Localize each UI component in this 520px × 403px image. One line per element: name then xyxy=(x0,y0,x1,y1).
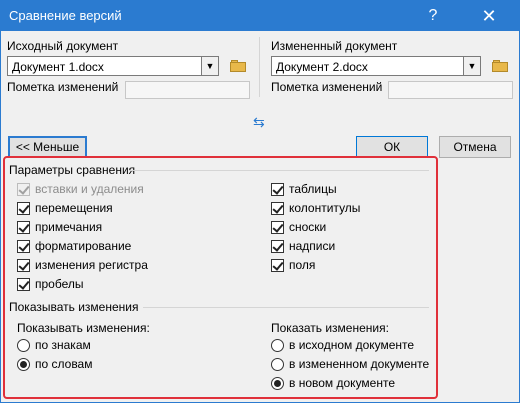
original-note-field[interactable] xyxy=(125,81,250,99)
close-button[interactable]: ✕ xyxy=(471,1,507,31)
revised-note-label: Пометка изменений xyxy=(271,80,383,94)
case-changes-label: изменения регистра xyxy=(35,258,148,272)
fields-label: поля xyxy=(289,258,316,272)
show-changes-in-label: Показать изменения: xyxy=(271,321,389,335)
compare-dialog: Сравнение версий ? ✕ Исходный документ Д… xyxy=(0,0,520,403)
cancel-button[interactable]: Отмена xyxy=(439,136,511,158)
help-button[interactable]: ? xyxy=(415,1,451,31)
new-document-label: в новом документе xyxy=(289,376,396,390)
title-bar: Сравнение версий ? ✕ xyxy=(1,1,519,31)
checkbox-formatting[interactable] xyxy=(17,240,30,253)
revised-doc-value: Документ 2.docx xyxy=(276,60,368,74)
tables-label: таблицы xyxy=(289,182,337,196)
checkbox-white-space[interactable] xyxy=(17,278,30,291)
show-changes-title: Показывать изменения xyxy=(9,300,139,314)
radio-word-level[interactable] xyxy=(17,358,30,371)
revised-note-field[interactable] xyxy=(388,81,513,99)
chevron-down-icon[interactable]: ▼ xyxy=(463,57,480,75)
folder-open-icon[interactable] xyxy=(230,60,246,72)
character-level-label: по знакам xyxy=(35,338,91,352)
original-doc-label: Исходный документ xyxy=(7,39,119,53)
radio-revised-document[interactable] xyxy=(271,358,284,371)
comments-label: примечания xyxy=(35,220,103,234)
dialog-title: Сравнение версий xyxy=(9,8,122,23)
revised-doc-label: Измененный документ xyxy=(271,39,398,53)
checkbox-text-boxes[interactable] xyxy=(271,240,284,253)
checkbox-footnotes[interactable] xyxy=(271,221,284,234)
compare-settings-title: Параметры сравнения xyxy=(9,163,136,177)
checkbox-comments[interactable] xyxy=(17,221,30,234)
original-document-label: в исходном документе xyxy=(289,338,415,352)
headers-footers-label: колонтитулы xyxy=(289,201,361,215)
group-separator xyxy=(129,170,429,171)
less-button[interactable]: << Меньше xyxy=(8,136,87,158)
checkbox-fields[interactable] xyxy=(271,259,284,272)
column-divider xyxy=(259,37,260,97)
revised-document-label: в измененном документе xyxy=(289,357,430,371)
text-boxes-label: надписи xyxy=(289,239,336,253)
original-doc-value: Документ 1.docx xyxy=(12,60,104,74)
checkbox-case-changes[interactable] xyxy=(17,259,30,272)
original-doc-combo[interactable]: Документ 1.docx ▼ xyxy=(7,56,219,76)
show-changes-level-label: Показывать изменения: xyxy=(17,321,150,335)
checkbox-moves[interactable] xyxy=(17,202,30,215)
checkbox-headers-footers[interactable] xyxy=(271,202,284,215)
checkbox-insertions-deletions[interactable] xyxy=(17,183,30,196)
radio-original-document[interactable] xyxy=(271,339,284,352)
chevron-down-icon[interactable]: ▼ xyxy=(201,57,218,75)
original-note-label: Пометка изменений xyxy=(7,80,119,94)
formatting-label: форматирование xyxy=(35,239,132,253)
insertions-deletions-label: вставки и удаления xyxy=(35,182,144,196)
white-space-label: пробелы xyxy=(35,277,84,291)
group-separator xyxy=(143,307,429,308)
swap-documents-icon[interactable]: ⇆ xyxy=(253,114,265,131)
footnotes-label: сноски xyxy=(289,220,327,234)
revised-doc-combo[interactable]: Документ 2.docx ▼ xyxy=(271,56,481,76)
word-level-label: по словам xyxy=(35,357,93,371)
checkbox-tables[interactable] xyxy=(271,183,284,196)
radio-character-level[interactable] xyxy=(17,339,30,352)
folder-open-icon[interactable] xyxy=(492,60,508,72)
moves-label: перемещения xyxy=(35,201,113,215)
radio-new-document[interactable] xyxy=(271,377,284,390)
ok-button[interactable]: ОК xyxy=(356,136,428,158)
